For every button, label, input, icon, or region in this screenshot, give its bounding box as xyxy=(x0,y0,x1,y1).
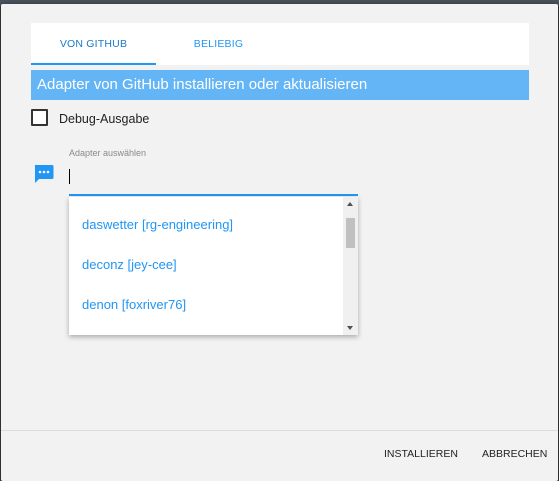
section-title: Adapter von GitHub installieren oder akt… xyxy=(31,70,529,100)
footer-divider xyxy=(1,430,558,431)
debug-checkbox[interactable] xyxy=(31,108,48,126)
scroll-down-arrow-icon[interactable] xyxy=(347,326,353,330)
adapter-select-label: Adapter auswählen xyxy=(69,148,147,158)
tab-von-github[interactable]: VON GITHUB xyxy=(31,23,156,65)
dropdown-option-deconz[interactable]: deconz [jey-cee] xyxy=(82,257,177,272)
cancel-button[interactable]: ABBRECHEN xyxy=(482,443,547,465)
install-button[interactable]: INSTALLIEREN xyxy=(384,443,458,465)
scroll-up-arrow-icon[interactable] xyxy=(347,202,353,206)
scroll-thumb[interactable] xyxy=(346,218,355,248)
chat-bubble-icon xyxy=(34,165,54,183)
debug-output-toggle[interactable]: Debug-Ausgabe xyxy=(31,107,149,127)
debug-label: Debug-Ausgabe xyxy=(59,112,150,126)
active-tab-indicator xyxy=(31,63,156,65)
install-dialog: VON GITHUB BELIEBIG Adapter von GitHub i… xyxy=(1,4,558,481)
tab-beliebig[interactable]: BELIEBIG xyxy=(156,23,281,65)
dropdown-option-daswetter[interactable]: daswetter [rg-engineering] xyxy=(82,217,233,232)
adapter-dropdown: daswetter [rg-engineering] deconz [jey-c… xyxy=(69,197,358,335)
dropdown-scrollbar[interactable] xyxy=(343,197,358,335)
tab-bar: VON GITHUB BELIEBIG xyxy=(31,23,529,65)
adapter-search-input[interactable] xyxy=(69,164,358,196)
text-caret xyxy=(69,169,70,184)
dropdown-option-denon[interactable]: denon [foxriver76] xyxy=(82,297,186,312)
